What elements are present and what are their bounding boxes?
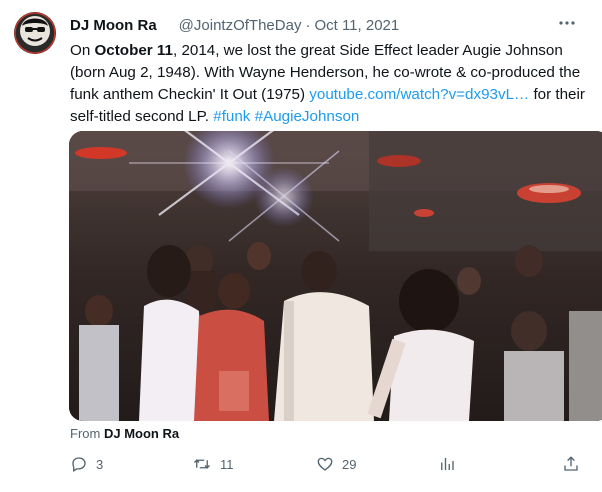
- tweet: DJ Moon Ra @JointzOfTheDay · Oct 11, 202…: [0, 0, 602, 492]
- reply-icon: [72, 457, 86, 472]
- share-icon: [564, 456, 578, 471]
- action-bar: 3 11 29: [70, 453, 590, 475]
- hashtag-augiejohnson[interactable]: #AugieJohnson: [255, 108, 360, 125]
- author-handle[interactable]: @JointzOfTheDay: [179, 17, 302, 34]
- hashtag-funk[interactable]: #funk: [213, 108, 250, 125]
- views-button[interactable]: [438, 453, 464, 475]
- author-name[interactable]: DJ Moon Ra: [70, 17, 157, 34]
- text-part: On: [70, 42, 95, 59]
- text-bold-date: October 11: [94, 42, 173, 59]
- avatar[interactable]: [14, 12, 56, 54]
- tweet-date[interactable]: Oct 11, 2021: [314, 17, 399, 34]
- avatar-image: [14, 12, 56, 54]
- reply-count: 3: [96, 456, 104, 472]
- share-button[interactable]: [562, 453, 588, 475]
- disco-scene-image: [69, 131, 602, 421]
- like-button[interactable]: 29: [316, 453, 356, 475]
- reply-button[interactable]: 3: [70, 453, 103, 475]
- analytics-icon: [441, 458, 454, 470]
- media-attribution: From DJ Moon Ra: [70, 426, 179, 441]
- tweet-text: On October 11, 2014, we lost the great S…: [70, 40, 590, 128]
- retweet-button[interactable]: 11: [192, 453, 234, 475]
- retweet-icon: [194, 459, 210, 469]
- media-from-label: From: [70, 426, 101, 441]
- tweet-header: DJ Moon Ra @JointzOfTheDay · Oct 11, 202…: [70, 14, 582, 36]
- like-count: 29: [342, 456, 357, 472]
- heart-icon: [317, 457, 333, 471]
- media-from-name[interactable]: DJ Moon Ra: [104, 426, 179, 441]
- video-thumbnail[interactable]: [69, 131, 602, 421]
- retweet-count: 11: [220, 456, 234, 472]
- youtube-link[interactable]: youtube.com/watch?v=dx93vL…: [309, 86, 529, 103]
- more-horizontal-icon[interactable]: [556, 12, 578, 34]
- separator: ·: [305, 16, 311, 34]
